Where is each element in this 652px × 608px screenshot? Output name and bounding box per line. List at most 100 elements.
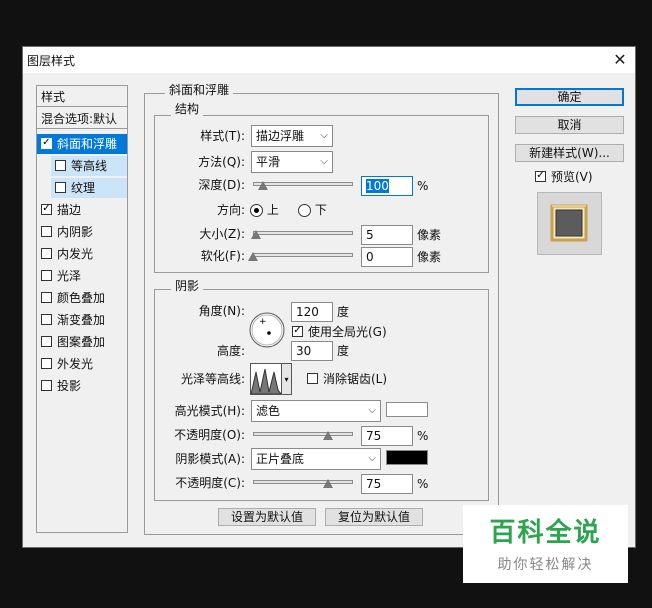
style-label: 样式(T): bbox=[200, 129, 245, 143]
direction-up-radio[interactable]: 上 bbox=[250, 202, 279, 218]
sidebar-item-inner-glow[interactable]: 内发光 bbox=[37, 244, 127, 264]
shadow-opacity-slider[interactable] bbox=[253, 480, 353, 484]
blend-options-item[interactable]: 混合选项:默认 bbox=[37, 109, 127, 129]
sidebar-item-outer-glow[interactable]: 外发光 bbox=[37, 354, 127, 374]
shadow-opacity-thumb[interactable] bbox=[323, 479, 333, 488]
depth-input[interactable]: 100 bbox=[361, 176, 413, 196]
altitude-label: 高度: bbox=[216, 344, 245, 358]
shadow-opacity-input[interactable]: 75 bbox=[361, 474, 413, 494]
angle-crosshair-icon: + bbox=[259, 317, 267, 327]
size-label: 大小(Z): bbox=[199, 227, 245, 241]
checkbox-icon[interactable] bbox=[307, 373, 318, 384]
reset-default-button[interactable]: 复位为默认值 bbox=[325, 508, 423, 526]
highlight-color-swatch[interactable] bbox=[386, 402, 428, 417]
checkbox-icon[interactable] bbox=[535, 171, 546, 182]
technique-label: 方法(Q): bbox=[198, 155, 245, 169]
new-style-button[interactable]: 新建样式(W)... bbox=[515, 144, 624, 162]
sidebar-item-contour[interactable]: 等高线 bbox=[51, 156, 127, 176]
depth-unit: % bbox=[417, 179, 429, 193]
style-dropdown[interactable]: 描边浮雕 ⌵ bbox=[251, 125, 333, 147]
close-icon[interactable]: ✕ bbox=[609, 49, 631, 71]
gloss-contour-preview[interactable] bbox=[250, 363, 282, 395]
sidebar-item-pattern-overlay[interactable]: 图案叠加 bbox=[37, 332, 127, 352]
highlight-mode-dropdown[interactable]: 滤色 ⌵ bbox=[251, 400, 381, 422]
chevron-down-icon: ⌵ bbox=[320, 130, 328, 141]
gloss-contour-dropdown-icon[interactable]: ▾ bbox=[282, 363, 292, 395]
angle-dial-center bbox=[267, 331, 271, 335]
shadow-color-swatch[interactable] bbox=[386, 450, 428, 465]
technique-dropdown[interactable]: 平滑 ⌵ bbox=[251, 151, 333, 173]
ok-button[interactable]: 确定 bbox=[515, 88, 624, 106]
chevron-down-icon: ⌵ bbox=[320, 156, 328, 167]
outer-glow-checkbox[interactable] bbox=[41, 358, 52, 369]
direction-down-radio[interactable]: 下 bbox=[298, 202, 327, 218]
bevel-emboss-title: 斜面和浮雕 bbox=[165, 83, 234, 97]
highlight-opacity-label: 不透明度(O): bbox=[174, 428, 245, 442]
depth-label: 深度(D): bbox=[198, 178, 245, 192]
bevel-checkbox[interactable] bbox=[41, 138, 52, 149]
gloss-contour-label: 光泽等高线: bbox=[180, 372, 245, 386]
pattern-overlay-checkbox[interactable] bbox=[41, 336, 52, 347]
size-slider-thumb[interactable] bbox=[251, 230, 261, 239]
depth-slider-thumb[interactable] bbox=[258, 181, 268, 190]
shadow-opacity-unit: % bbox=[417, 477, 429, 491]
watermark-subtitle: 助你轻松解决 bbox=[497, 557, 594, 573]
radio-icon[interactable] bbox=[250, 204, 263, 217]
global-light-checkbox[interactable]: 使用全局光(G) bbox=[291, 324, 387, 340]
angle-label: 角度(N): bbox=[198, 304, 245, 318]
contour-checkbox[interactable] bbox=[55, 160, 66, 171]
sidebar-item-color-overlay[interactable]: 颜色叠加 bbox=[37, 288, 127, 308]
checkbox-icon[interactable] bbox=[292, 326, 303, 337]
radio-icon[interactable] bbox=[298, 204, 311, 217]
texture-checkbox[interactable] bbox=[55, 182, 66, 193]
shadow-mode-dropdown[interactable]: 正片叠底 ⌵ bbox=[251, 448, 381, 470]
gradient-overlay-checkbox[interactable] bbox=[41, 314, 52, 325]
sidebar-header: 样式 bbox=[41, 90, 66, 104]
watermark-title: 百科全说 bbox=[489, 518, 602, 548]
antialias-checkbox[interactable]: 消除锯齿(L) bbox=[303, 371, 387, 387]
shading-title: 阴影 bbox=[171, 279, 204, 293]
angle-input[interactable]: 120 bbox=[291, 302, 333, 322]
inner-glow-checkbox[interactable] bbox=[41, 248, 52, 259]
sidebar-item-inner-shadow[interactable]: 内阴影 bbox=[37, 222, 127, 242]
cancel-button[interactable]: 取消 bbox=[515, 116, 624, 134]
soften-input[interactable]: 0 bbox=[361, 247, 413, 267]
chevron-down-icon: ⌵ bbox=[368, 405, 376, 416]
sidebar-item-satin[interactable]: 光泽 bbox=[37, 266, 127, 286]
watermark-overlay: 百科全说 助你轻松解决 bbox=[463, 505, 628, 583]
direction-label: 方向: bbox=[216, 203, 245, 217]
highlight-opacity-input[interactable]: 75 bbox=[361, 426, 413, 446]
size-unit: 像素 bbox=[417, 228, 442, 242]
depth-slider[interactable] bbox=[253, 182, 353, 186]
chevron-down-icon: ⌵ bbox=[368, 453, 376, 464]
color-overlay-checkbox[interactable] bbox=[41, 292, 52, 303]
layer-style-dialog: 图层样式 ✕ 样式 混合选项:默认 斜面和浮雕 等高线 纹理 描边 内阴影 内发… bbox=[22, 46, 636, 548]
angle-unit: 度 bbox=[337, 305, 350, 319]
make-default-button[interactable]: 设置为默认值 bbox=[218, 508, 316, 526]
sidebar-item-gradient-overlay[interactable]: 渐变叠加 bbox=[37, 310, 127, 330]
sidebar-item-stroke[interactable]: 描边 bbox=[37, 200, 127, 220]
size-slider[interactable] bbox=[253, 231, 353, 235]
highlight-opacity-thumb[interactable] bbox=[323, 431, 333, 440]
satin-checkbox[interactable] bbox=[41, 270, 52, 281]
structure-title: 结构 bbox=[171, 102, 204, 116]
sidebar-item-texture[interactable]: 纹理 bbox=[51, 178, 127, 198]
shadow-opacity-label: 不透明度(C): bbox=[175, 476, 245, 490]
sidebar-item-bevel-emboss[interactable]: 斜面和浮雕 bbox=[37, 134, 127, 154]
preview-checkbox[interactable]: 预览(V) bbox=[533, 169, 593, 185]
shadow-mode-label: 阴影模式(A): bbox=[175, 452, 245, 466]
window-title: 图层样式 bbox=[27, 54, 76, 68]
size-input[interactable]: 5 bbox=[361, 225, 413, 245]
inner-shadow-checkbox[interactable] bbox=[41, 226, 52, 237]
stroke-checkbox[interactable] bbox=[41, 204, 52, 215]
drop-shadow-checkbox[interactable] bbox=[41, 380, 52, 391]
sidebar-item-drop-shadow[interactable]: 投影 bbox=[37, 376, 127, 396]
angle-dial[interactable]: + bbox=[248, 311, 286, 349]
soften-slider-thumb[interactable] bbox=[248, 252, 258, 261]
soften-label: 软化(F): bbox=[200, 249, 245, 263]
highlight-opacity-slider[interactable] bbox=[253, 432, 353, 436]
altitude-input[interactable]: 30 bbox=[291, 341, 333, 361]
title-bar: 图层样式 ✕ bbox=[23, 47, 635, 73]
soften-slider[interactable] bbox=[253, 253, 353, 257]
soften-unit: 像素 bbox=[417, 250, 442, 264]
